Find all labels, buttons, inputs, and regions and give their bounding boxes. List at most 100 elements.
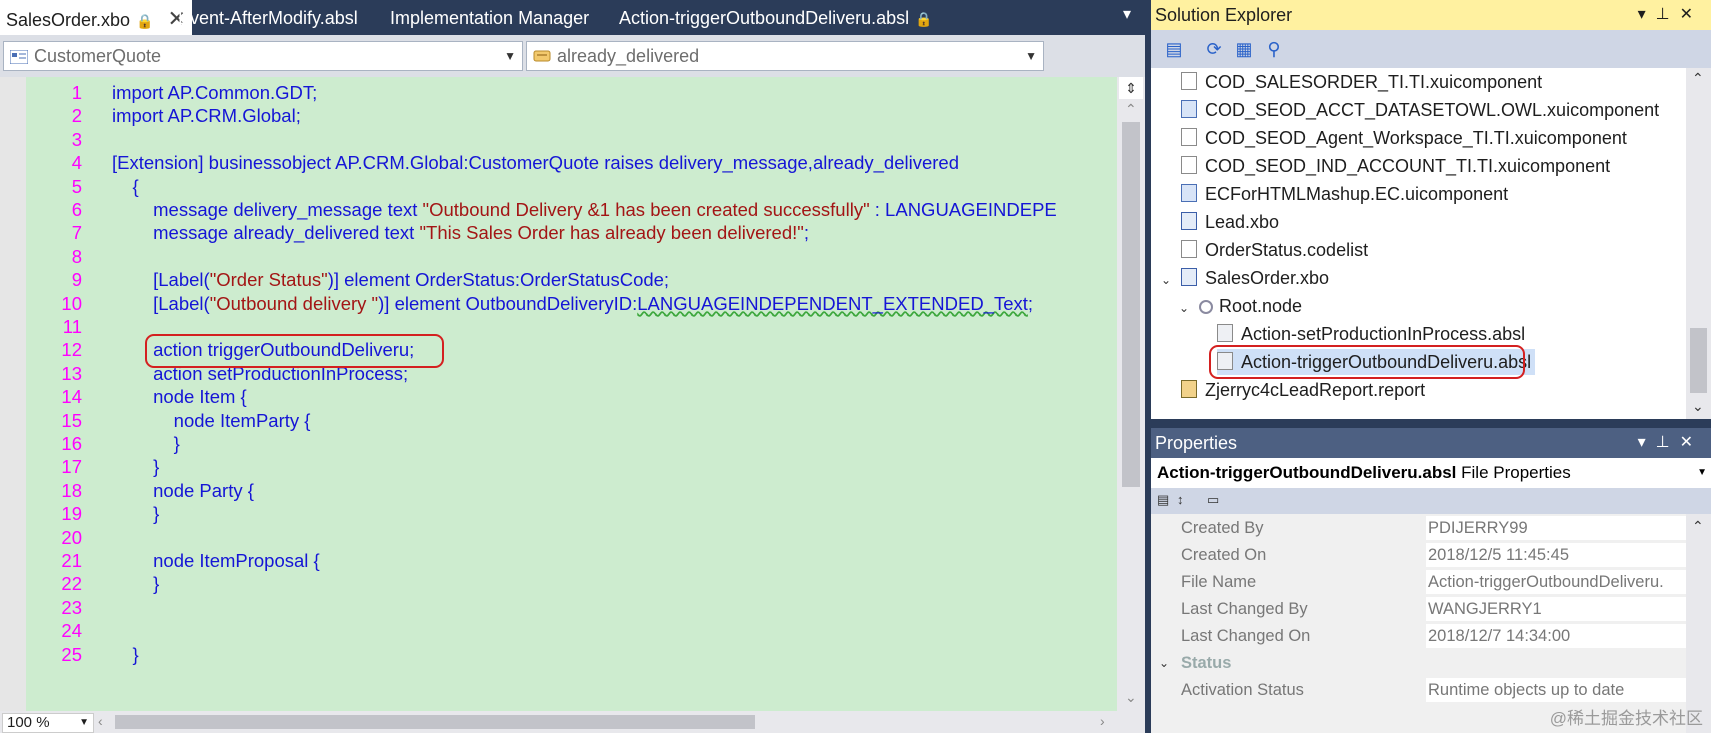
scroll-up-icon[interactable]: ⌃ — [1692, 518, 1704, 535]
refresh-icon[interactable]: ⟳ — [1203, 38, 1225, 60]
code-line[interactable]: 10 [Label("Outbound delivery ")] element… — [0, 291, 1117, 317]
properties-scrollbar[interactable]: ⌃ — [1686, 514, 1711, 733]
tree-item[interactable]: OrderStatus.codelist — [1181, 237, 1368, 263]
tree-item[interactable]: COD_SEOD_ACCT_DATASETOWL.OWL.xuicomponen… — [1181, 97, 1659, 123]
code-line[interactable]: 6 message delivery_message text "Outboun… — [0, 197, 1117, 223]
code-line[interactable]: 9 [Label("Order Status")] element OrderS… — [0, 267, 1117, 293]
code-line[interactable]: 1 import AP.Common.GDT; — [0, 80, 1117, 106]
property-value: 2018/12/7 14:34:00 — [1426, 624, 1688, 648]
categorized-icon[interactable]: ▤ — [1157, 492, 1169, 508]
code-line[interactable]: 5 { — [0, 174, 1117, 200]
property-name: Created On — [1181, 546, 1267, 564]
member-dropdown[interactable]: already_delivered ▼ — [526, 41, 1044, 71]
line-number: 6 — [71, 199, 82, 220]
code-line[interactable]: 20 — [0, 525, 1117, 551]
code-line[interactable]: 19 } — [0, 501, 1117, 527]
horizontal-scrollbar-thumb[interactable] — [115, 715, 755, 729]
tab-salesorder-xbo[interactable]: SalesOrder.xbo 🔒 ✕ — [0, 0, 192, 35]
type-dropdown-value: CustomerQuote — [34, 46, 162, 66]
property-name: Last Changed On — [1181, 627, 1311, 645]
tree-item[interactable]: Zjerryc4cLeadReport.report — [1181, 377, 1425, 403]
tree-item-label: COD_SALESORDER_TI.TI.xuicomponent — [1205, 72, 1543, 92]
code-line[interactable]: 2 import AP.CRM.Global; — [0, 103, 1117, 129]
code-line[interactable]: 17 } — [0, 454, 1117, 480]
code-line[interactable]: 24 — [0, 618, 1117, 644]
tree-item[interactable]: COD_SEOD_Agent_Workspace_TI.TI.xuicompon… — [1181, 125, 1627, 151]
expand-chevron-icon[interactable]: ⌄ — [1159, 651, 1169, 676]
type-dropdown[interactable]: CustomerQuote ▼ — [3, 41, 523, 71]
scroll-down-icon[interactable]: ⌄ — [1692, 398, 1704, 415]
tree-item-label: COD_SEOD_IND_ACCOUNT_TI.TI.xuicomponent — [1205, 156, 1611, 176]
property-category[interactable]: ⌄ Status — [1151, 651, 1686, 676]
properties-object-selector[interactable]: Action-triggerOutboundDeliveru.absl File… — [1151, 458, 1711, 488]
tree-item[interactable]: COD_SEOD_IND_ACCOUNT_TI.TI.xuicomponent — [1181, 153, 1610, 179]
code-line[interactable]: 8 — [0, 244, 1117, 270]
expand-chevron-icon[interactable]: ⌄ — [1161, 267, 1175, 293]
panel-controls[interactable]: ▾⊥✕ — [1638, 428, 1703, 458]
code-fragment: ; — [1027, 292, 1034, 314]
code-line[interactable]: 23 — [0, 595, 1117, 621]
code-area[interactable]: 1 import AP.Common.GDT; 2 import AP.CRM.Glo… — [0, 77, 1117, 711]
property-row[interactable]: File Name Action-triggerOutboundDeliveru. — [1151, 570, 1688, 595]
scroll-down-icon[interactable]: ⌄ — [1125, 689, 1137, 706]
tab-implementation-manager[interactable]: Implementation Manager — [390, 0, 589, 35]
code-line[interactable]: 16 } — [0, 431, 1117, 457]
code-line[interactable]: 18 node Party { — [0, 478, 1117, 504]
properties-panel: Properties ▾⊥✕ Action-triggerOutboundDel… — [1151, 428, 1711, 733]
code-line[interactable]: 4 [Extension] businessobject AP.CRM.Globa… — [0, 150, 1117, 176]
show-all-files-icon[interactable]: ▦ — [1233, 38, 1255, 60]
tree-item-label: Lead.xbo — [1205, 212, 1280, 232]
scroll-left-icon[interactable]: ‹ — [98, 713, 103, 729]
code-line[interactable]: 14 node Item { — [0, 384, 1117, 410]
property-row[interactable]: Created On 2018/12/5 11:45:45 — [1151, 543, 1688, 568]
string-literal: "Outbound Delivery &1 has been created s… — [422, 199, 870, 220]
property-pages-icon[interactable]: ▭ — [1207, 492, 1219, 508]
code-line[interactable]: 15 node ItemParty { — [0, 408, 1117, 434]
scroll-up-icon[interactable]: ⌃ — [1692, 70, 1704, 87]
tree-item[interactable]: Lead.xbo — [1181, 209, 1279, 235]
tab-overflow-menu-icon[interactable]: ▾ — [1123, 4, 1131, 24]
code-editor: SalesOrder.xbo 🔒 ✕ Event-AfterModify.absl … — [0, 0, 1145, 733]
property-name: Last Changed By — [1181, 600, 1308, 618]
property-row[interactable]: Created By PDIJERRY99 — [1151, 516, 1688, 541]
expand-chevron-icon[interactable]: ⌄ — [1179, 295, 1193, 321]
tree-item[interactable]: COD_SALESORDER_TI.TI.xuicomponent — [1181, 69, 1542, 95]
tree-scrollbar[interactable]: ⌃ ⌄ — [1686, 68, 1711, 419]
highlight-annotation — [1209, 345, 1525, 379]
code-line[interactable]: 7 message already_delivered text "This S… — [0, 220, 1117, 246]
absl-icon — [1217, 324, 1233, 342]
scroll-up-icon[interactable]: ⌃ — [1125, 101, 1137, 118]
tree-item[interactable]: ECForHTMLMashup.EC.uicomponent — [1181, 181, 1508, 207]
tree-item[interactable]: ⌄ SalesOrder.xbo — [1161, 265, 1329, 291]
line-number: 11 — [62, 316, 82, 337]
line-number: 14 — [61, 386, 82, 408]
alphabetical-icon[interactable]: ↕ — [1177, 492, 1184, 507]
code-line[interactable]: 22 } — [0, 571, 1117, 597]
tree-item[interactable]: ⌄ Root.node — [1179, 293, 1302, 319]
category-label: Status — [1181, 654, 1232, 672]
tab-action-trigger[interactable]: Action-triggerOutboundDeliveru.absl 🔒 — [619, 0, 933, 35]
property-row[interactable]: Last Changed On 2018/12/7 14:34:00 — [1151, 624, 1688, 649]
scrollbar-thumb[interactable] — [1690, 328, 1707, 393]
solution-explorer-toolbar: ▤ ⟳ ▦ ⚲ — [1151, 30, 1711, 68]
tab-event-aftermodify[interactable]: Event-AfterModify.absl — [178, 0, 358, 35]
property-value: PDIJERRY99 — [1426, 516, 1688, 540]
scrollbar-thumb[interactable] — [1122, 122, 1140, 487]
search-icon[interactable]: ⚲ — [1263, 38, 1285, 60]
message-icon — [533, 44, 551, 62]
split-handle-icon[interactable]: ⇕ — [1119, 77, 1143, 99]
code-text: message delivery_message text "Outbound … — [112, 197, 1057, 223]
code-text: } — [112, 643, 139, 665]
code-line[interactable]: 3 — [0, 127, 1117, 153]
line-number: 9 — [71, 269, 82, 291]
property-row[interactable]: Activation Status Runtime objects up to d… — [1151, 678, 1688, 703]
properties-icon[interactable]: ▤ — [1163, 38, 1185, 60]
property-row[interactable]: Last Changed By WANGJERRY1 — [1151, 597, 1688, 622]
scroll-right-icon[interactable]: › — [1100, 713, 1105, 729]
vertical-scrollbar[interactable]: ⇕ ⌃ ⌄ — [1117, 77, 1145, 711]
panel-controls[interactable]: ▾⊥✕ — [1638, 0, 1703, 30]
tree-item[interactable]: Action-setProductionInProcess.absl — [1217, 321, 1525, 347]
zoom-dropdown[interactable]: 100 % ▼ — [2, 713, 94, 733]
code-line[interactable]: 21 node ItemProposal { — [0, 548, 1117, 574]
code-line[interactable]: 25 } — [0, 642, 1117, 668]
